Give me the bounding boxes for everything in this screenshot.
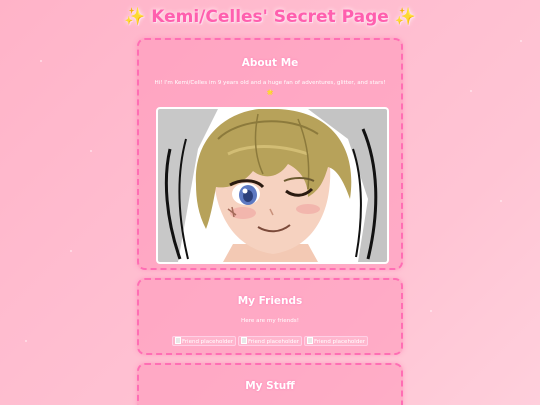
broken-image-icon bbox=[241, 337, 247, 344]
sparkle bbox=[430, 310, 432, 312]
friend-image-placeholder[interactable]: Friend placeholder bbox=[238, 336, 302, 346]
about-me-heading: About Me bbox=[241, 57, 299, 69]
sparkle bbox=[520, 40, 522, 42]
sparkle bbox=[90, 150, 92, 152]
friends-list: Friend placeholder Friend placeholder Fr… bbox=[139, 336, 401, 346]
page-title: ✨ Kemi/Celles' Secret Page ✨ bbox=[124, 7, 416, 27]
sparkle bbox=[470, 90, 472, 92]
friend-image-placeholder[interactable]: Friend placeholder bbox=[172, 336, 236, 346]
friend-image-alt-text: Friend placeholder bbox=[313, 339, 365, 345]
sparkle bbox=[40, 60, 42, 62]
friend-image-alt-text: Friend placeholder bbox=[248, 339, 299, 345]
portrait-image bbox=[156, 107, 389, 264]
sparkle bbox=[500, 200, 502, 202]
my-friends-heading: My Friends bbox=[237, 295, 303, 307]
my-friends-panel: My Friends Here are my friends! Friend p… bbox=[137, 278, 403, 355]
sparkle bbox=[70, 250, 72, 252]
about-me-text: Hi! I'm Kemi/Celles im 9 years old and a… bbox=[154, 80, 386, 96]
about-me-panel: About Me Hi! I'm Kemi/Celles im 9 years … bbox=[137, 38, 403, 270]
sparkle bbox=[25, 340, 27, 342]
anime-portrait-drawing bbox=[158, 109, 387, 262]
friend-image-placeholder[interactable]: Friend placeholder bbox=[303, 336, 368, 346]
friend-image-alt-text: Friend placeholder bbox=[182, 339, 233, 345]
my-friends-subtitle: Here are my friends! bbox=[241, 318, 299, 324]
broken-image-icon bbox=[175, 337, 182, 344]
broken-image-icon bbox=[306, 337, 313, 344]
my-stuff-heading: My Stuff bbox=[245, 380, 295, 392]
my-stuff-panel: My Stuff bbox=[137, 363, 403, 405]
